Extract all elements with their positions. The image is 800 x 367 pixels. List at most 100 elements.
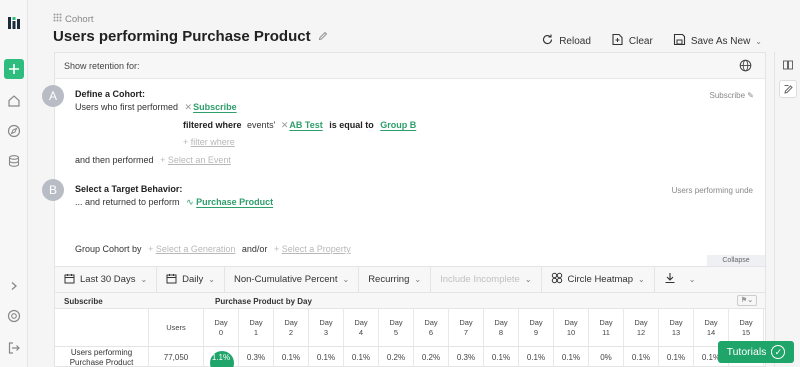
right-rail xyxy=(774,52,800,367)
day-header: Day 4 xyxy=(344,309,379,346)
row-label-header xyxy=(55,309,149,346)
heat-value: 0.1% xyxy=(351,352,371,362)
cohort-event[interactable]: Subscribe xyxy=(193,102,237,112)
clear-label: Clear xyxy=(628,35,653,47)
header-actions: Reload Clear Save As New ⌄ xyxy=(541,33,762,49)
remove-filter-icon[interactable]: ✕ xyxy=(281,120,289,130)
target-badge: B xyxy=(42,179,64,201)
group-label: Group Cohort by xyxy=(75,244,142,254)
date-range-select[interactable]: Last 30 Days ⌄ xyxy=(55,267,158,292)
table-group-header: Subscribe Purchase Product by Day ⚑⌄ xyxy=(55,293,765,309)
andor-label: and/or xyxy=(241,244,268,254)
day-header: Day 11 xyxy=(589,309,624,346)
clear-button[interactable]: Clear xyxy=(611,33,653,49)
save-as-new-button[interactable]: Save As New ⌄ xyxy=(673,33,762,49)
target-tag: Users performing unde xyxy=(671,186,753,195)
edit-panel-icon[interactable] xyxy=(779,80,797,98)
book-icon[interactable] xyxy=(779,56,797,74)
purchase-by-day-header: Purchase Product by Day xyxy=(215,297,312,306)
group-row: Group Cohort by + Select a Generation an… xyxy=(75,244,351,254)
activity-icon: ∿ xyxy=(186,197,194,207)
chevron-down-icon: ⌄ xyxy=(208,275,215,284)
recurring-select[interactable]: Recurring ⌄ xyxy=(359,267,432,292)
filter-value[interactable]: Group B xyxy=(380,120,416,130)
circle-heatmap-icon xyxy=(551,272,563,287)
heat-cell: 0.1% xyxy=(519,347,554,367)
heat-cell: 0.3% xyxy=(239,347,274,367)
users-header: Users xyxy=(149,309,204,346)
interval-select[interactable]: Daily ⌄ xyxy=(157,267,225,292)
first-performed-label: Users who first performed xyxy=(75,102,179,112)
day-header: Day 5 xyxy=(379,309,414,346)
and-then-row: and then performed + Select an Event xyxy=(75,155,231,165)
view-select[interactable]: Circle Heatmap ⌄ xyxy=(542,267,655,292)
select-event-label: Select an Event xyxy=(167,155,231,165)
page-title-text: Users performing Purchase Product xyxy=(53,28,311,45)
returned-label: ... and returned to perform xyxy=(75,197,180,207)
heat-value: 0.3% xyxy=(246,352,266,362)
save-icon xyxy=(673,33,686,49)
check-icon: ✓ xyxy=(771,345,786,359)
reload-icon xyxy=(541,33,554,49)
metric-label: Non-Cumulative Percent xyxy=(233,274,338,285)
heat-value: 0% xyxy=(600,352,612,362)
export-button[interactable]: ⌄ xyxy=(655,267,705,292)
heat-cell: 0.1% xyxy=(274,347,309,367)
heat-value: 0.2% xyxy=(386,352,406,362)
heat-value: 0.1% xyxy=(561,352,581,362)
database-icon[interactable] xyxy=(5,152,23,170)
recurring-label: Recurring xyxy=(368,274,410,285)
metric-select[interactable]: Non-Cumulative Percent ⌄ xyxy=(225,267,360,292)
remove-event-icon[interactable]: ✕ xyxy=(185,102,193,112)
calendar-icon xyxy=(64,273,75,287)
cohort-first-performed: Users who first performed ✕Subscribe xyxy=(75,102,237,113)
target-heading: Select a Target Behavior: xyxy=(75,184,183,194)
add-filter-link[interactable]: + filter where xyxy=(183,137,235,147)
heat-value: 0.3% xyxy=(456,352,476,362)
tutorials-button[interactable]: Tutorials ✓ xyxy=(718,341,794,363)
add-icon[interactable] xyxy=(4,59,24,79)
target-returned-row: ... and returned to perform ∿ Purchase P… xyxy=(75,197,273,208)
day-header: Day 9 xyxy=(519,309,554,346)
logo-icon[interactable] xyxy=(5,14,23,32)
heat-value: 0.1% xyxy=(666,352,686,362)
flag-icon[interactable]: ⚑⌄ xyxy=(737,295,757,306)
reload-button[interactable]: Reload xyxy=(541,33,591,49)
collapse-button[interactable]: Collapse xyxy=(707,255,765,266)
logout-icon[interactable] xyxy=(5,339,23,357)
filter-property[interactable]: AB Test xyxy=(289,120,322,130)
heat-cell: 0.1% xyxy=(484,347,519,367)
help-icon[interactable] xyxy=(5,307,23,325)
filter-operator[interactable]: is equal to xyxy=(329,120,374,130)
day-header: Day 0 xyxy=(204,309,239,346)
table-header-row: Users Day 0 Day 1 Day 2 Day 3 Day 4 Day 5 Day 6… xyxy=(55,309,765,347)
cohort-heading: Define a Cohort: xyxy=(75,89,146,99)
target-event[interactable]: Purchase Product xyxy=(196,197,273,207)
heat-cell: 0.2% xyxy=(379,347,414,367)
incomplete-select[interactable]: Include Incomplete ⌄ xyxy=(431,267,542,292)
home-icon[interactable] xyxy=(5,92,23,110)
reload-label: Reload xyxy=(559,35,591,47)
breadcrumb[interactable]: Cohort xyxy=(53,13,94,25)
heat-cell: 0.1% xyxy=(344,347,379,367)
grid-icon xyxy=(53,13,62,25)
heat-cell: 0.1% xyxy=(659,347,694,367)
edit-title-icon[interactable] xyxy=(318,28,328,45)
globe-icon[interactable] xyxy=(739,59,752,77)
compass-icon[interactable] xyxy=(5,122,23,140)
edit-tag-icon[interactable]: ✎ xyxy=(747,91,754,100)
retention-bar: Show retention for: xyxy=(55,53,765,79)
save-label: Save As New xyxy=(690,35,751,47)
chevron-down-icon: ⌄ xyxy=(688,275,696,284)
left-nav xyxy=(0,0,28,367)
select-event-link[interactable]: + Select an Event xyxy=(160,155,231,165)
chevron-right-icon[interactable] xyxy=(5,277,23,295)
table-row[interactable]: Users performing Purchase Product 77,050 1… xyxy=(55,347,765,367)
select-generation-link[interactable]: + Select a Generation xyxy=(148,244,235,254)
heat-value: 0.1% xyxy=(526,352,546,362)
day-header: Day 3 xyxy=(309,309,344,346)
select-property-link[interactable]: + Select a Property xyxy=(274,244,351,254)
chevron-down-icon: ⌄ xyxy=(638,275,645,284)
heat-value: 0.1% xyxy=(316,352,336,362)
day-header: Day 6 xyxy=(414,309,449,346)
